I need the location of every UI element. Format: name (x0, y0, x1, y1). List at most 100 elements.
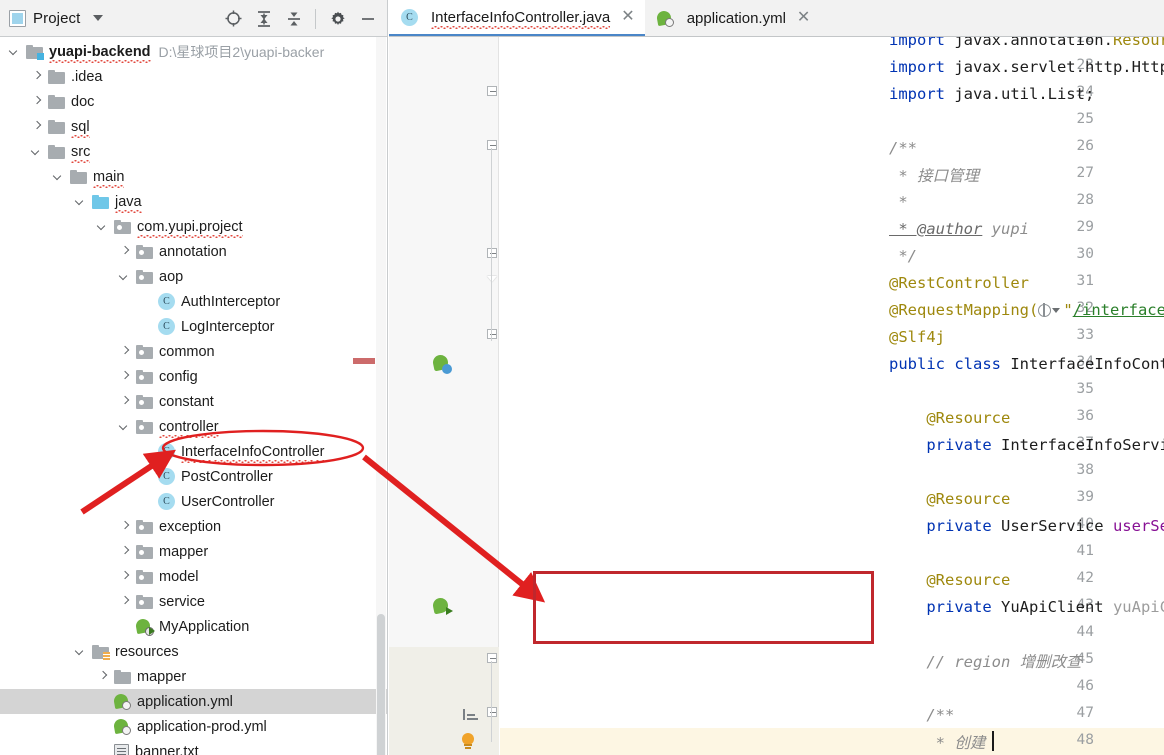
chevron-down-icon[interactable] (54, 171, 65, 182)
code-token: private (889, 516, 1001, 535)
tree-row-banner-txt[interactable]: banner.txt (0, 739, 387, 755)
code-editor[interactable]: 22import javax.annotation.Resource;23imp… (389, 37, 1164, 755)
project-scrollbar-thumb[interactable] (377, 614, 385, 755)
tree-row-exception[interactable]: exception (0, 514, 387, 539)
code-line[interactable]: // region 增删改查 (389, 647, 1164, 674)
tree-row-config[interactable]: config (0, 364, 387, 389)
project-tree[interactable]: yuapi-backend D:\星球项目2\yuapi-backer .idea d… (0, 37, 387, 755)
tab-close-icon[interactable]: ✕ (797, 10, 810, 26)
code-line[interactable]: /** (389, 701, 1164, 728)
code-line[interactable]: * (389, 188, 1164, 215)
tree-item-label: exception (159, 518, 222, 535)
chevron-right-icon[interactable] (120, 371, 131, 382)
chevron-right-icon[interactable] (120, 571, 131, 582)
code-line[interactable]: * @author yupi (389, 215, 1164, 242)
tab-close-icon[interactable]: ✕ (621, 9, 634, 25)
tree-row-authinterceptor[interactable]: C AuthInterceptor (0, 289, 387, 314)
code-line[interactable]: @Resource (389, 404, 1164, 431)
tree-row-annotation[interactable]: annotation (0, 239, 387, 264)
code-line[interactable] (389, 539, 1164, 566)
chevron-right-icon[interactable] (120, 596, 131, 607)
tree-row-src[interactable]: src (0, 139, 387, 164)
chevron-right-icon[interactable] (32, 71, 43, 82)
tree-row-service[interactable]: service (0, 589, 387, 614)
expand-all-icon[interactable] (250, 5, 277, 32)
error-stripe-marker[interactable] (353, 358, 375, 364)
code-line[interactable]: * 创建 (389, 728, 1164, 755)
code-line[interactable]: * 接口管理 (389, 161, 1164, 188)
chevron-right-icon[interactable] (120, 396, 131, 407)
chevron-right-icon[interactable] (120, 246, 131, 257)
code-line[interactable]: @Slf4j (389, 323, 1164, 350)
tree-row-com-yupi-project[interactable]: com.yupi.project (0, 214, 387, 239)
code-line[interactable] (389, 458, 1164, 485)
tree-item-label: resources (115, 643, 179, 660)
code-line[interactable]: @Resource (389, 485, 1164, 512)
tree-row-aop[interactable]: aop (0, 264, 387, 289)
tree-item-label: yuapi-backend (49, 43, 151, 63)
tree-row-resources[interactable]: resources (0, 639, 387, 664)
editor-tab-application-yml[interactable]: application.yml ✕ (645, 0, 821, 36)
chevron-down-icon[interactable] (98, 221, 109, 232)
tree-row-sql[interactable]: sql (0, 114, 387, 139)
code-line[interactable]: import javax.annotation.Resource; (389, 37, 1164, 53)
tree-row-myapplication[interactable]: MyApplication (0, 614, 387, 639)
code-line[interactable]: private InterfaceInfoService interfaceIn… (389, 431, 1164, 458)
settings-gear-icon[interactable] (324, 5, 351, 32)
code-line[interactable] (389, 674, 1164, 701)
editor-tab-interfaceinfocontroller-java[interactable]: C InterfaceInfoController.java ✕ (389, 0, 645, 36)
collapse-all-icon[interactable] (280, 5, 307, 32)
code-line[interactable]: */ (389, 242, 1164, 269)
tree-row-common[interactable]: common (0, 339, 387, 364)
java-class-icon: C (158, 293, 175, 310)
code-line[interactable]: @RequestMapping("/interfaceInfo") (389, 296, 1164, 323)
code-text: @Resource (889, 490, 1010, 508)
folder-icon (48, 144, 65, 159)
chevron-down-icon[interactable] (32, 146, 43, 157)
tree-row-model[interactable]: model (0, 564, 387, 589)
code-line[interactable]: import java.util.List; (389, 80, 1164, 107)
code-line[interactable]: import javax.servlet.http.HttpServletReq… (389, 53, 1164, 80)
chevron-right-icon[interactable] (120, 346, 131, 357)
tree-row-usercontroller[interactable]: C UserController (0, 489, 387, 514)
tree-row-application-yml[interactable]: application.yml (0, 689, 387, 714)
tree-row-mapper[interactable]: mapper (0, 664, 387, 689)
chevron-right-icon[interactable] (98, 671, 109, 682)
tree-row-doc[interactable]: doc (0, 89, 387, 114)
chevron-down-icon[interactable] (120, 421, 131, 432)
tree-row--idea[interactable]: .idea (0, 64, 387, 89)
code-line[interactable]: /** (389, 134, 1164, 161)
chevron-down-icon[interactable] (1052, 307, 1061, 313)
chevron-down-icon[interactable] (120, 271, 131, 282)
tree-row-main[interactable]: main (0, 164, 387, 189)
web-url-globe-icon[interactable] (1038, 303, 1052, 317)
chevron-right-icon[interactable] (32, 121, 43, 132)
chevron-right-icon[interactable] (120, 546, 131, 557)
chevron-down-icon[interactable] (76, 646, 87, 657)
java-class-icon: C (158, 443, 175, 460)
tree-row-yuapi-backend[interactable]: yuapi-backend D:\星球项目2\yuapi-backer (0, 39, 387, 64)
hide-panel-icon[interactable] (354, 5, 381, 32)
chevron-down-icon[interactable] (93, 15, 104, 21)
tree-row-loginterceptor[interactable]: C LogInterceptor (0, 314, 387, 339)
fold-guide-line (491, 661, 492, 742)
code-line[interactable]: @RestController (389, 269, 1164, 296)
code-line[interactable] (389, 377, 1164, 404)
tree-row-application-prod-yml[interactable]: application-prod.yml (0, 714, 387, 739)
project-scrollbar-track[interactable] (376, 37, 386, 755)
code-line[interactable]: private UserService userService; (389, 512, 1164, 539)
tree-row-interfaceinfocontroller[interactable]: C InterfaceInfoController (0, 439, 387, 464)
code-line[interactable] (389, 107, 1164, 134)
code-line[interactable]: public class InterfaceInfoController { (389, 350, 1164, 377)
chevron-down-icon[interactable] (76, 196, 87, 207)
chevron-right-icon[interactable] (32, 96, 43, 107)
chevron-right-icon[interactable] (120, 521, 131, 532)
tree-row-postcontroller[interactable]: C PostController (0, 464, 387, 489)
tree-row-constant[interactable]: constant (0, 389, 387, 414)
tree-row-java[interactable]: java (0, 189, 387, 214)
tree-row-mapper[interactable]: mapper (0, 539, 387, 564)
chevron-down-icon[interactable] (10, 46, 21, 57)
tree-row-controller[interactable]: controller (0, 414, 387, 439)
yaml-file-icon (112, 717, 131, 735)
locate-target-icon[interactable] (220, 5, 247, 32)
